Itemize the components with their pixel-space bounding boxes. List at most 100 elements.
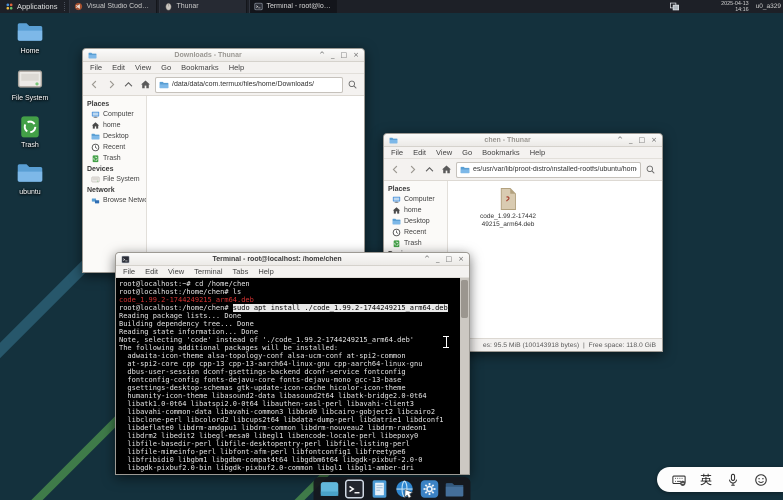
back-button[interactable] (388, 162, 403, 177)
network-icon (91, 196, 100, 205)
shade-button[interactable]: ^ (617, 136, 623, 145)
desktop-icon-trash[interactable]: Trash (2, 112, 58, 149)
sidebar-item-home[interactable]: home (83, 120, 146, 131)
file-manager-launcher-button[interactable] (444, 479, 464, 499)
menu-item-file[interactable]: File (85, 63, 107, 72)
minimize-button[interactable]: _ (436, 255, 440, 264)
menu-item-view[interactable]: View (431, 148, 457, 157)
desktop-icon-home[interactable]: Home (2, 18, 58, 55)
sidebar-item-browse-network[interactable]: Browse Network (83, 195, 146, 206)
shade-button[interactable]: ^ (424, 255, 430, 264)
close-button[interactable]: × (353, 51, 359, 60)
menu-item-bookmarks[interactable]: Bookmarks (477, 148, 525, 157)
desktop-icon-column: Home File System Trash ubuntu (2, 18, 58, 196)
clock-date: 2025-04-13 (721, 1, 749, 7)
desktop-icon-file-system[interactable]: File System (2, 65, 58, 102)
search-button[interactable] (643, 162, 658, 177)
sidebar-item-computer[interactable]: Computer (83, 109, 146, 120)
menu-item-edit[interactable]: Edit (140, 267, 163, 276)
sidebar-item-recent[interactable]: Recent (83, 142, 146, 153)
up-button[interactable] (121, 77, 136, 92)
downloads-path-field[interactable]: /data/data/com.termux/files/home/Downloa… (155, 77, 343, 93)
sidebar-item-trash[interactable]: Trash (384, 238, 447, 249)
chen-file-area[interactable]: code_1.99.2-17442 49215_arm64.deb (448, 181, 662, 338)
chen-titlebar[interactable]: chen - Thunar ^_□× (384, 134, 662, 147)
maximize-button[interactable]: □ (639, 136, 646, 145)
microphone-icon[interactable] (726, 473, 740, 487)
menu-item-view[interactable]: View (130, 63, 156, 72)
sidebar-item-recent[interactable]: Recent (384, 227, 447, 238)
downloads-file-area[interactable] (147, 96, 364, 272)
keyboard-icon[interactable] (672, 473, 686, 487)
web-browser-launcher-button[interactable] (394, 479, 414, 499)
home-icon (91, 121, 100, 130)
sidebar-section-places: Places (83, 99, 146, 109)
terminal-scrollbar-thumb[interactable] (461, 280, 468, 318)
menu-item-file[interactable]: File (118, 267, 140, 276)
maximize-button[interactable]: □ (446, 255, 453, 264)
applications-icon (5, 2, 14, 11)
taskbar-button-3[interactable]: Terminal - root@localho... (249, 0, 337, 13)
chen-path-field[interactable]: es/usr/var/lib/proot-distro/installed-ro… (456, 162, 641, 178)
ime-language-toggle[interactable]: 英 (700, 473, 712, 487)
thunar-window-icon (389, 136, 398, 145)
taskbar-button-1[interactable]: Visual Studio Code - Co... (69, 0, 157, 13)
menu-item-help[interactable]: Help (525, 148, 550, 157)
deb-file-item[interactable]: code_1.99.2-17442 49215_arm64.deb (476, 185, 540, 228)
close-button[interactable]: × (458, 255, 464, 264)
chen-status-text: es: 95.5 MiB (100143918 bytes) | Free sp… (483, 342, 656, 349)
deb-file-name-line1: code_1.99.2-17442 (480, 213, 536, 221)
terminal-titlebar[interactable]: Terminal - root@localhost: /home/chen ^_… (116, 253, 469, 266)
menu-item-bookmarks[interactable]: Bookmarks (176, 63, 224, 72)
minimize-button[interactable]: _ (629, 136, 633, 145)
menu-item-go[interactable]: Go (457, 148, 477, 157)
chen-path-text: es/usr/var/lib/proot-distro/installed-ro… (473, 166, 637, 173)
search-button[interactable] (345, 77, 360, 92)
minimize-button[interactable]: _ (331, 51, 335, 60)
menu-item-help[interactable]: Help (224, 63, 249, 72)
sidebar-item-trash[interactable]: Trash (83, 153, 146, 164)
sidebar-item-label: File System (103, 176, 140, 183)
up-button[interactable] (422, 162, 437, 177)
menu-item-edit[interactable]: Edit (408, 148, 431, 157)
sidebar-item-computer[interactable]: Computer (384, 194, 447, 205)
home-button[interactable] (439, 162, 454, 177)
browser-icon (394, 479, 414, 499)
settings-launcher-button[interactable] (419, 479, 439, 499)
up-icon (424, 164, 435, 175)
terminal-launcher-button[interactable] (344, 479, 364, 499)
menu-item-tabs[interactable]: Tabs (228, 267, 254, 276)
terminal-scrollbar[interactable] (460, 278, 469, 474)
shade-button[interactable]: ^ (319, 51, 325, 60)
sidebar-item-label: Desktop (103, 133, 129, 140)
menu-item-help[interactable]: Help (253, 267, 278, 276)
menu-item-go[interactable]: Go (156, 63, 176, 72)
sidebar-item-home[interactable]: home (384, 205, 447, 216)
downloads-titlebar[interactable]: Downloads - Thunar ^_□× (83, 49, 364, 62)
applications-menu-button[interactable]: Applications (0, 0, 62, 13)
forward-button[interactable] (104, 77, 119, 92)
taskbar-button-label: Thunar (176, 3, 198, 10)
back-button[interactable] (87, 77, 102, 92)
sidebar-item-desktop[interactable]: Desktop (83, 131, 146, 142)
taskbar-button-2[interactable]: Thunar (159, 0, 247, 13)
maximize-button[interactable]: □ (341, 51, 348, 60)
desktop-icon-ubuntu[interactable]: ubuntu (2, 159, 58, 196)
sidebar-item-file-system[interactable]: File System (83, 174, 146, 185)
show-desktop-button[interactable] (319, 479, 339, 499)
emoji-icon[interactable] (754, 473, 768, 487)
terminal-output[interactable]: root@localhost:~# cd /home/chenroot@loca… (116, 278, 469, 474)
clock[interactable]: 2025-04-13 14:16 (721, 1, 749, 13)
text-editor-launcher-button[interactable] (369, 479, 389, 499)
menu-item-file[interactable]: File (386, 148, 408, 157)
terminal-line-18: libclone-perl libcolord2 libcups2t64 lib… (119, 416, 466, 424)
chen-window-controls: ^ _ □ × (617, 136, 657, 145)
home-button[interactable] (138, 77, 153, 92)
windows-tray-icon[interactable] (668, 1, 681, 12)
forward-button[interactable] (405, 162, 420, 177)
menu-item-view[interactable]: View (163, 267, 189, 276)
close-button[interactable]: × (651, 136, 657, 145)
menu-item-terminal[interactable]: Terminal (189, 267, 227, 276)
menu-item-edit[interactable]: Edit (107, 63, 130, 72)
sidebar-item-desktop[interactable]: Desktop (384, 216, 447, 227)
